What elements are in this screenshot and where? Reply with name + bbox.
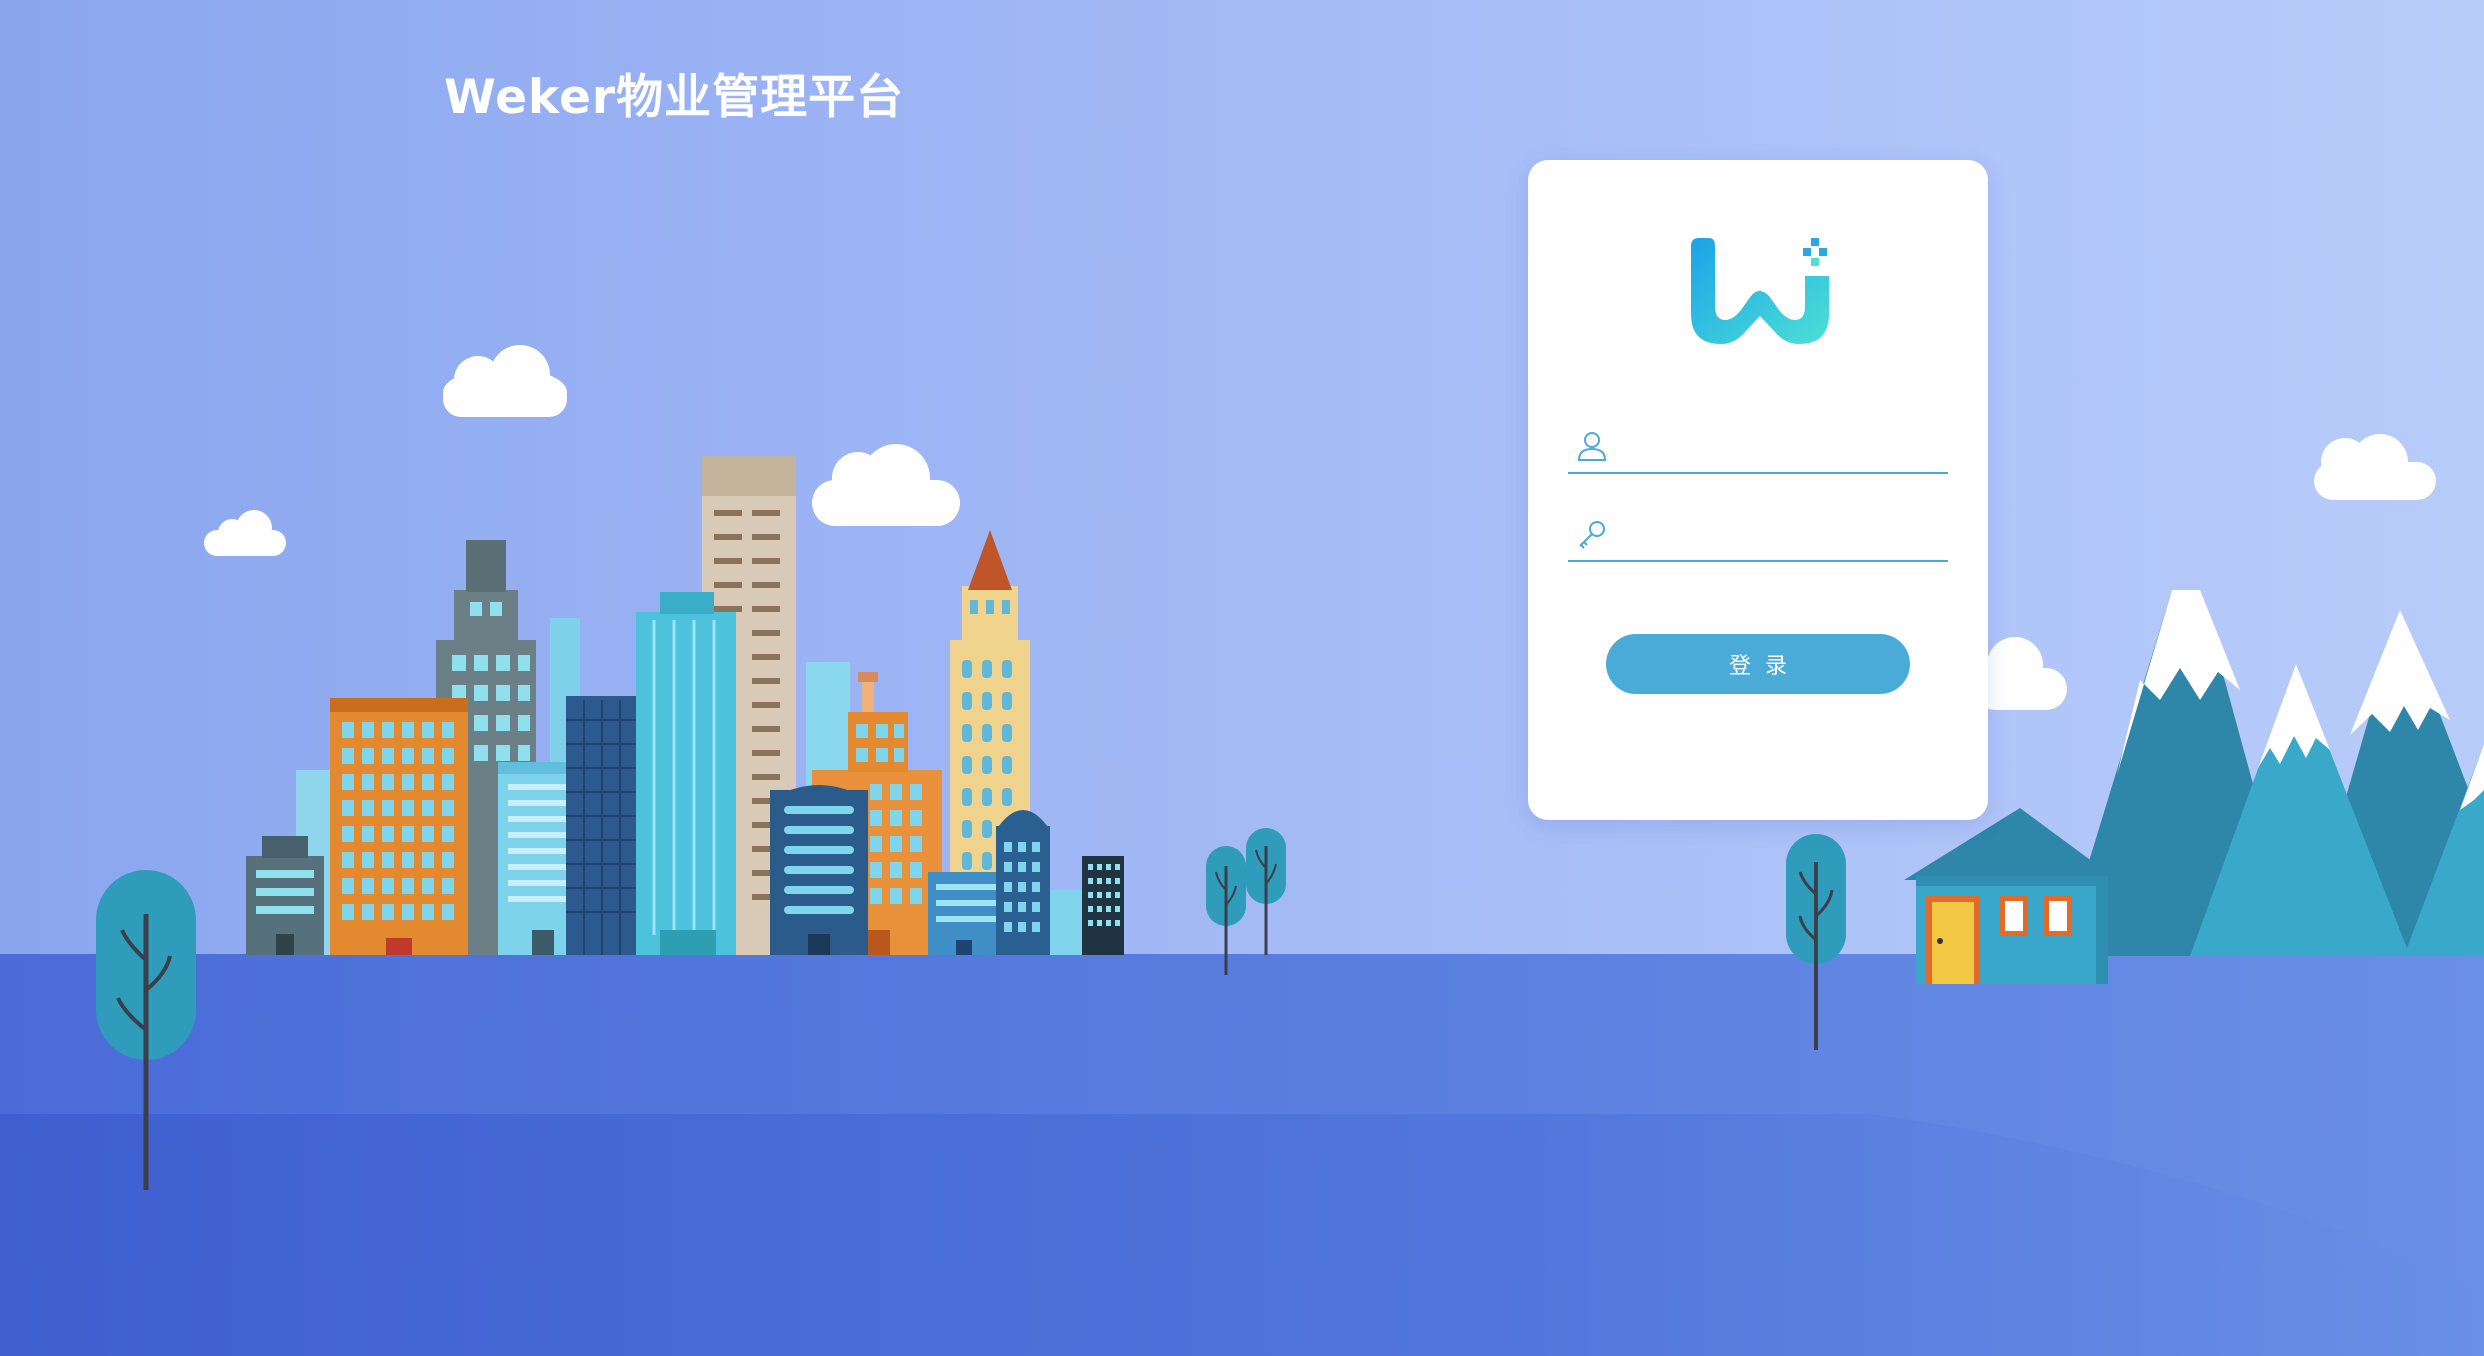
login-button[interactable]: 登录 [1606, 634, 1910, 694]
username-input[interactable] [1624, 426, 1946, 468]
password-field [1568, 510, 1948, 562]
page-title: Weker物业管理平台 [444, 70, 905, 125]
tree-icon [1246, 828, 1286, 955]
login-card: 登录 [1528, 160, 1988, 820]
cloud-icon [2314, 434, 2436, 500]
login-page: Weker物业管理平台 登录 [0, 0, 2484, 1356]
cloud-icon [443, 345, 567, 417]
cloud-icon [812, 444, 960, 526]
dark-small-building [1082, 856, 1124, 955]
weker-logo-icon [1691, 238, 1829, 344]
username-field [1568, 422, 1948, 474]
city-landscape-illustration [0, 345, 2484, 1356]
mountains [2060, 590, 2484, 956]
user-icon [1577, 432, 1607, 461]
navy-glass-building [566, 696, 640, 955]
house-icon [1904, 808, 2112, 984]
cloud-icon [204, 510, 286, 556]
teal-glass-tower [636, 592, 736, 955]
password-input[interactable] [1624, 514, 1946, 556]
key-icon [1579, 521, 1605, 549]
blue-rounded-building [770, 785, 868, 955]
cloud-icon [1975, 637, 2067, 710]
domed-building [996, 810, 1050, 955]
orange-building [330, 698, 468, 955]
